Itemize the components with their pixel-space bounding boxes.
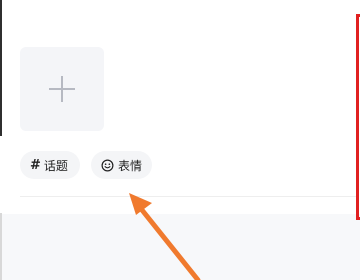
emoji-button[interactable]: 表情: [91, 151, 152, 179]
highlight-box: [356, 14, 360, 220]
window-edge-light: [0, 213, 2, 280]
add-image-button[interactable]: [20, 47, 104, 131]
emoji-label: 表情: [117, 158, 142, 173]
divider: [20, 196, 356, 197]
smile-icon: [101, 159, 114, 171]
hash-icon: #: [30, 157, 41, 173]
bottom-panel: [0, 214, 360, 280]
topic-button[interactable]: # 话题: [20, 151, 80, 179]
topic-label: 话题: [43, 158, 68, 173]
window-edge-dark: [0, 0, 2, 136]
plus-icon: [49, 76, 75, 102]
